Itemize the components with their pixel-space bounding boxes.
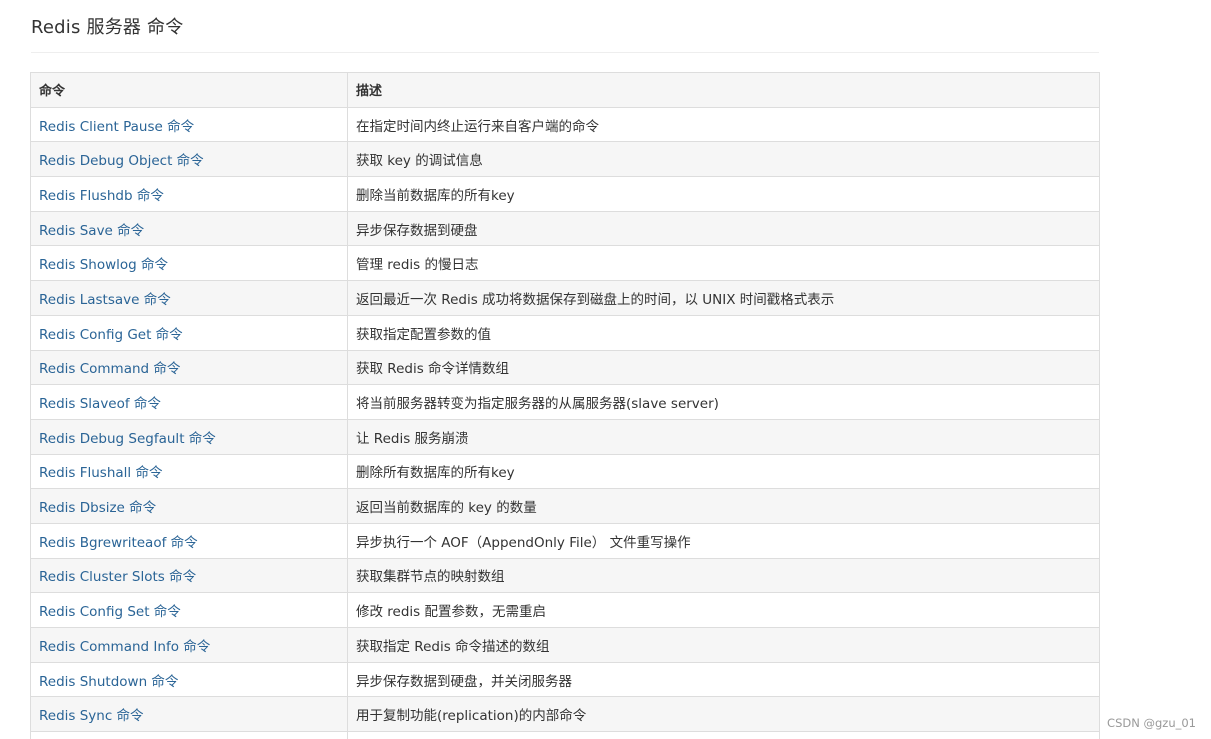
command-cell <box>30 731 348 739</box>
command-cell: Redis Flushdb 命令 <box>30 176 348 212</box>
description-cell: 异步保存数据到硬盘 <box>347 210 1100 247</box>
command-table: 命令 描述 Redis Client Pause 命令 在指定时间内终止运行来自客… <box>30 72 1100 739</box>
command-cell: Redis Debug Object 命令 <box>30 141 348 178</box>
command-cell: Redis Config Get 命令 <box>30 314 348 351</box>
description-cell: 修改 redis 配置参数，无需重启 <box>347 592 1100 628</box>
command-cell: Redis Save 命令 <box>30 210 348 247</box>
description-cell: 获取 key 的调试信息 <box>347 141 1100 178</box>
description-cell: 返回当前数据库的 key 的数量 <box>347 488 1100 524</box>
command-link[interactable]: Redis Shutdown 命令 <box>39 674 178 690</box>
command-cell: Redis Flushall 命令 <box>30 453 348 490</box>
table-row: Redis Debug Segfault 命令 让 Redis 服务崩溃 <box>30 418 1100 455</box>
command-link[interactable]: Redis Dbsize 命令 <box>39 500 156 516</box>
command-link[interactable]: Redis Sync 命令 <box>39 708 144 724</box>
description-cell: 返回最近一次 Redis 成功将数据保存到磁盘上的时间，以 UNIX 时间戳格式… <box>347 280 1100 316</box>
header-description: 描述 <box>347 72 1100 108</box>
command-cell: Redis Debug Segfault 命令 <box>30 418 348 455</box>
table-row: Redis Client Pause 命令 在指定时间内终止运行来自客户端的命令 <box>30 106 1100 143</box>
command-cell: Redis Bgrewriteaof 命令 <box>30 522 348 559</box>
table-row: Redis Showlog 命令 管理 redis 的慢日志 <box>30 245 1100 282</box>
command-link[interactable]: Redis Config Get 命令 <box>39 327 183 343</box>
description-cell: 异步保存数据到硬盘，并关闭服务器 <box>347 661 1100 698</box>
command-cell: Redis Cluster Slots 命令 <box>30 557 348 594</box>
page: Redis 服务器 命令 命令 描述 Redis Client Pause 命令… <box>0 0 1211 739</box>
table-row: Redis Dbsize 命令 返回当前数据库的 key 的数量 <box>30 488 1100 524</box>
description-cell: 获取集群节点的映射数组 <box>347 557 1100 594</box>
command-cell: Redis Dbsize 命令 <box>30 488 348 524</box>
command-link[interactable]: Redis Flushall 命令 <box>39 465 162 481</box>
command-link[interactable]: Redis Slaveof 命令 <box>39 396 161 412</box>
header-command: 命令 <box>30 72 348 108</box>
table-row: Redis Bgrewriteaof 命令 异步执行一个 AOF（AppendOn… <box>30 522 1100 559</box>
description-cell: 删除当前数据库的所有key <box>347 176 1100 212</box>
title-divider <box>31 52 1099 53</box>
description-cell: 删除所有数据库的所有key <box>347 453 1100 490</box>
table-row: Redis Config Get 命令 获取指定配置参数的值 <box>30 314 1100 351</box>
description-cell: 获取 Redis 命令详情数组 <box>347 349 1100 386</box>
command-cell: Redis Shutdown 命令 <box>30 661 348 698</box>
command-link[interactable]: Redis Flushdb 命令 <box>39 188 164 204</box>
command-link[interactable]: Redis Command Info 命令 <box>39 639 210 655</box>
command-link[interactable]: Redis Debug Object 命令 <box>39 153 204 169</box>
description-cell: 用于复制功能(replication)的内部命令 <box>347 696 1100 733</box>
command-link[interactable]: Redis Lastsave 命令 <box>39 292 171 308</box>
command-link[interactable]: Redis Command 命令 <box>39 361 180 377</box>
description-cell <box>347 731 1100 739</box>
table-row: Redis Sync 命令 用于复制功能(replication)的内部命令 <box>30 696 1100 733</box>
table-body: Redis Client Pause 命令 在指定时间内终止运行来自客户端的命令 R… <box>30 106 1100 739</box>
command-link[interactable]: Redis Save 命令 <box>39 223 144 239</box>
command-cell: Redis Slaveof 命令 <box>30 384 348 420</box>
csdn-watermark: CSDN @gzu_01 <box>1107 716 1196 730</box>
table-row: Redis Save 命令 异步保存数据到硬盘 <box>30 210 1100 247</box>
description-cell: 获取指定 Redis 命令描述的数组 <box>347 627 1100 663</box>
command-cell: Redis Showlog 命令 <box>30 245 348 282</box>
command-link[interactable]: Redis Bgrewriteaof 命令 <box>39 535 198 551</box>
command-cell: Redis Command 命令 <box>30 349 348 386</box>
table-row: Redis Command 命令 获取 Redis 命令详情数组 <box>30 349 1100 386</box>
description-cell: 让 Redis 服务崩溃 <box>347 418 1100 455</box>
table-header-row: 命令 描述 <box>30 72 1100 108</box>
description-cell: 获取指定配置参数的值 <box>347 314 1100 351</box>
table-row: Redis Debug Object 命令 获取 key 的调试信息 <box>30 141 1100 178</box>
description-cell: 将当前服务器转变为指定服务器的从属服务器(slave server) <box>347 384 1100 420</box>
description-cell: 在指定时间内终止运行来自客户端的命令 <box>347 106 1100 143</box>
page-title: Redis 服务器 命令 <box>31 17 184 38</box>
command-link[interactable]: Redis Cluster Slots 命令 <box>39 569 196 585</box>
description-cell: 异步执行一个 AOF（AppendOnly File） 文件重写操作 <box>347 522 1100 559</box>
command-link[interactable]: Redis Debug Segfault 命令 <box>39 431 216 447</box>
table-row: Redis Flushdb 命令 删除当前数据库的所有key <box>30 176 1100 212</box>
table-row <box>30 731 1100 739</box>
command-cell: Redis Sync 命令 <box>30 696 348 733</box>
command-link[interactable]: Redis Config Set 命令 <box>39 604 181 620</box>
command-cell: Redis Client Pause 命令 <box>30 106 348 143</box>
table-row: Redis Cluster Slots 命令 获取集群节点的映射数组 <box>30 557 1100 594</box>
table-row: Redis Slaveof 命令 将当前服务器转变为指定服务器的从属服务器(sla… <box>30 384 1100 420</box>
table-row: Redis Flushall 命令 删除所有数据库的所有key <box>30 453 1100 490</box>
description-cell: 管理 redis 的慢日志 <box>347 245 1100 282</box>
table-row: Redis Config Set 命令 修改 redis 配置参数，无需重启 <box>30 592 1100 628</box>
command-cell: Redis Config Set 命令 <box>30 592 348 628</box>
command-cell: Redis Lastsave 命令 <box>30 280 348 316</box>
command-link[interactable]: Redis Showlog 命令 <box>39 257 168 273</box>
table-row: Redis Command Info 命令 获取指定 Redis 命令描述的数组 <box>30 627 1100 663</box>
table-row: Redis Lastsave 命令 返回最近一次 Redis 成功将数据保存到磁盘… <box>30 280 1100 316</box>
command-link[interactable]: Redis Client Pause 命令 <box>39 119 194 135</box>
table-row: Redis Shutdown 命令 异步保存数据到硬盘，并关闭服务器 <box>30 661 1100 698</box>
command-cell: Redis Command Info 命令 <box>30 627 348 663</box>
